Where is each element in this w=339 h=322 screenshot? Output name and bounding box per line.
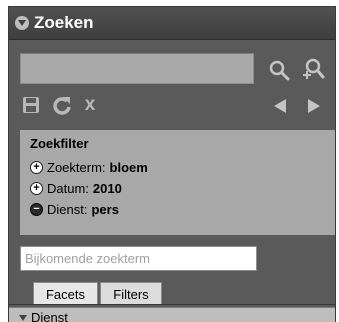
search-input[interactable] [20, 53, 254, 84]
filter-label: Datum: [47, 181, 89, 196]
filter-title: Zoekfilter [30, 136, 89, 151]
plus-icon[interactable]: + [30, 161, 43, 174]
refresh-icon[interactable] [51, 95, 73, 117]
tab-divider [9, 304, 335, 305]
filter-label: Dienst: [47, 202, 88, 217]
filter-item: − Dienst: pers [30, 199, 335, 220]
filter-value: bloem [109, 160, 148, 175]
search-icon[interactable] [267, 58, 291, 82]
next-arrow-icon[interactable] [305, 97, 323, 115]
triangle-down-icon[interactable] [15, 16, 29, 30]
save-icon[interactable] [21, 95, 41, 115]
tab-bar: Facets Filters [9, 278, 335, 305]
clear-icon[interactable]: x [79, 94, 101, 116]
filter-value: pers [91, 202, 119, 217]
triangle-down-icon [19, 314, 27, 321]
minus-icon[interactable]: − [30, 203, 43, 216]
search-filter-box: Zoekfilter + Zoekterm: bloem + Datum: 20… [20, 130, 335, 235]
extra-term-input[interactable] [20, 246, 257, 271]
facet-section-header[interactable]: Dienst [9, 307, 335, 322]
panel-title: Zoeken [34, 13, 94, 32]
plus-icon[interactable]: + [30, 182, 43, 195]
tab-filters[interactable]: Filters [100, 282, 162, 305]
panel-header[interactable]: Zoeken [9, 7, 335, 40]
search-plus-icon[interactable] [300, 58, 326, 82]
search-panel: Zoeken x Zoekfilter + Zoekterm: bloem + … [8, 6, 336, 322]
facet-section-label: Dienst [31, 310, 68, 322]
prev-arrow-icon[interactable] [271, 97, 289, 115]
filter-item: + Datum: 2010 [30, 178, 335, 199]
tab-facets[interactable]: Facets [33, 282, 98, 305]
filter-label: Zoekterm: [47, 160, 106, 175]
filter-item: + Zoekterm: bloem [30, 157, 335, 178]
filter-value: 2010 [92, 181, 122, 196]
